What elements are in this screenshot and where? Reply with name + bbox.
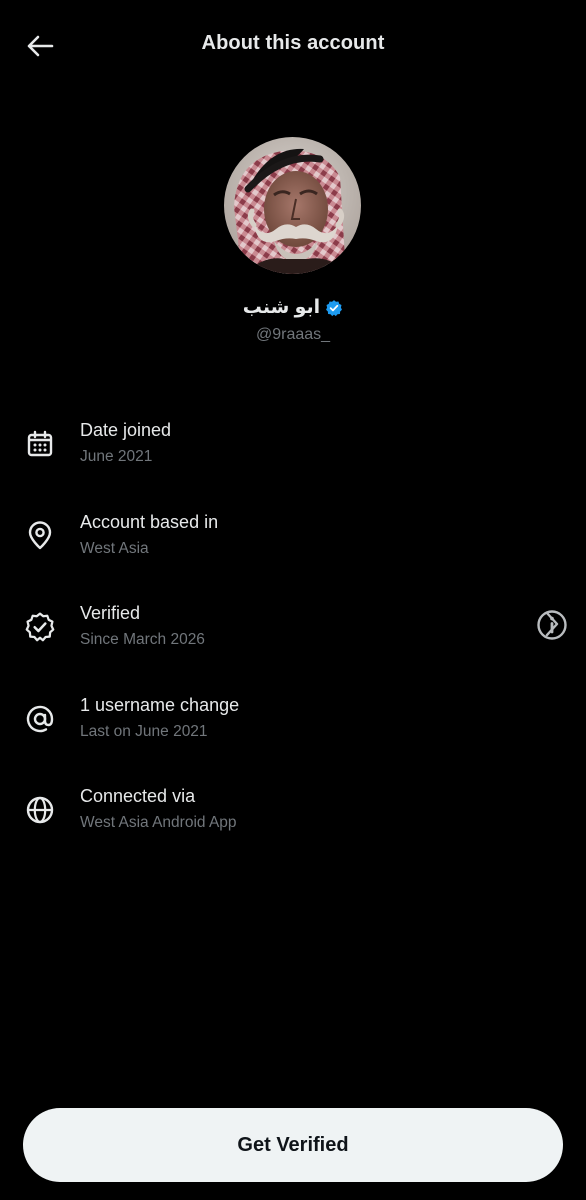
chevron-right-icon [542, 609, 562, 639]
username-handle: @9raaas_ [255, 326, 331, 343]
info-subtitle: West Asia Android App [80, 814, 237, 831]
profile-avatar[interactable] [224, 137, 361, 274]
account-info-list: Date joined June 2021 Account based in W… [0, 410, 586, 868]
info-row-verified[interactable]: Verified Since March 2026 [0, 593, 586, 685]
globe-icon [22, 792, 58, 828]
info-row-username-change: 1 username change Last on June 2021 [0, 685, 586, 777]
info-row-date-joined: Date joined June 2021 [0, 410, 586, 502]
info-title: Verified [80, 603, 141, 623]
info-title: Account based in [80, 511, 219, 532]
display-name-row: ابو شنب [0, 296, 586, 319]
info-title: Connected via [80, 786, 196, 806]
avatar-image [224, 137, 361, 274]
info-row-account-based-in: Account based in West Asia [0, 502, 586, 640]
verified-seal-icon [22, 609, 58, 645]
info-title: Date joined [80, 420, 172, 440]
page-title: About this account [201, 32, 385, 54]
location-pin-icon [22, 518, 58, 554]
info-subtitle: June 2021 [80, 448, 153, 465]
top-app-bar: About this account [0, 0, 586, 92]
info-title: 1 username change [80, 694, 240, 715]
display-name: ابو شنب [242, 297, 321, 318]
info-row-connected-via: Connected via West Asia Android App [0, 776, 586, 868]
get-verified-button[interactable]: Get Verified [23, 1108, 563, 1182]
info-subtitle: West Asia [80, 539, 149, 557]
info-subtitle: Since March 2026 [80, 631, 205, 648]
verified-badge-icon [325, 299, 343, 317]
at-sign-icon [22, 701, 58, 737]
info-subtitle: Last on June 2021 [80, 722, 208, 740]
calendar-icon [22, 426, 58, 462]
